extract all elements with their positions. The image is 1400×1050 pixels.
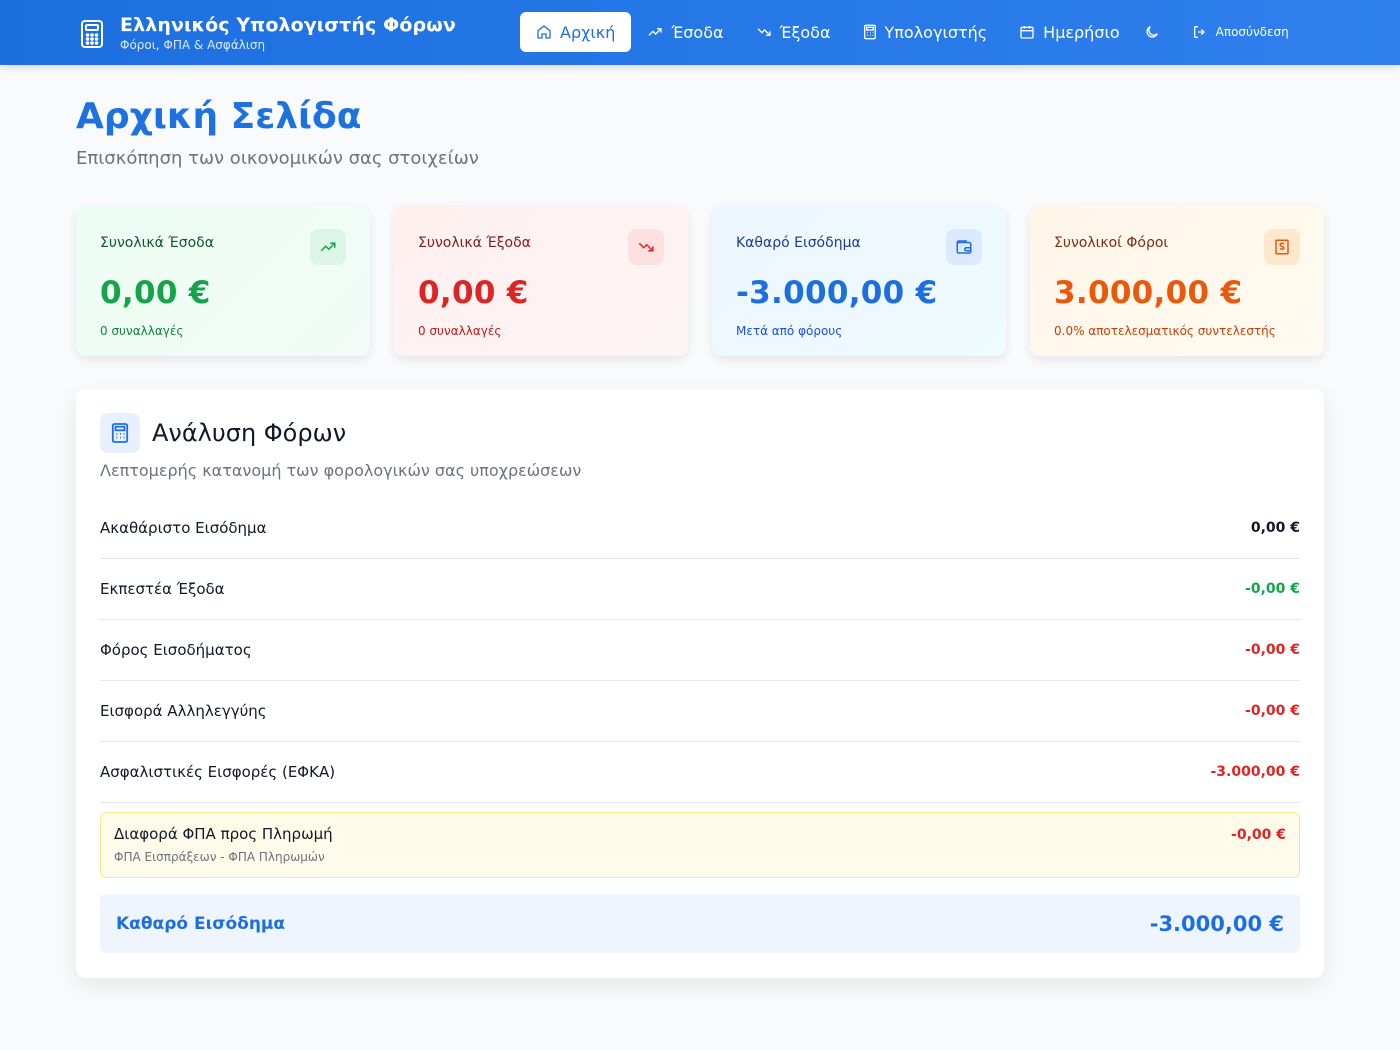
brand[interactable]: Ελληνικός Υπολογιστής Φόρων Φόροι, ΦΠΑ &… — [78, 14, 456, 53]
calculator-icon — [78, 17, 106, 51]
card-value: 0,00 € — [100, 275, 211, 311]
net-income-label: Καθαρό Εισόδημα — [116, 913, 286, 934]
card-total-taxes: Συνολικοί Φόροι 3.000,00 € 0.0% αποτελεσ… — [1030, 205, 1324, 356]
card-value: 3.000,00 € — [1054, 275, 1243, 311]
home-icon — [537, 25, 551, 39]
card-note: 0 συναλλαγές — [100, 324, 184, 338]
nav-daily-label: Ημερήσιο — [1043, 22, 1120, 42]
tax-breakdown-panel: Ανάλυση Φόρων Λεπτομερής κατανομή των φο… — [76, 389, 1324, 978]
nav-home-label: Αρχική — [560, 22, 616, 42]
tax-row-insurance: Ασφαλιστικές Εισφορές (ΕΦΚΑ) -3.000,00 € — [100, 742, 1300, 803]
nav-calculator[interactable]: Υπολογιστής — [847, 12, 1004, 52]
nav-daily[interactable]: Ημερήσιο — [1003, 12, 1136, 52]
nav-home[interactable]: Αρχική — [520, 12, 632, 52]
wallet-icon — [946, 229, 982, 265]
tax-row-income-tax: Φόρος Εισοδήματος -0,00 € — [100, 620, 1300, 681]
app-header: Ελληνικός Υπολογιστής Φόρων Φόροι, ΦΠΑ &… — [0, 0, 1400, 65]
app-subtitle: Φόροι, ΦΠΑ & Ασφάλιση — [120, 38, 266, 52]
vat-label: Διαφορά ΦΠΑ προς Πληρωμή — [114, 825, 333, 843]
theme-toggle-button[interactable] — [1136, 12, 1176, 52]
nav-expenses-label: Έξοδα — [779, 22, 831, 42]
card-note: Μετά από φόρους — [736, 324, 843, 338]
nav-income-label: Έσοδα — [671, 22, 724, 42]
tax-row-gross-income: Ακαθάριστο Εισόδημα 0,00 € — [100, 498, 1300, 559]
card-note: 0 συναλλαγές — [418, 324, 502, 338]
row-value: -0,00 € — [1245, 581, 1300, 597]
logout-button[interactable]: Αποσύνδεση — [1176, 12, 1305, 52]
main-nav: Αρχική Έσοδα Έξοδα Υπολογιστής Ημερήσιο … — [520, 12, 1305, 52]
trending-up-icon — [310, 229, 346, 265]
tax-row-deductible-expenses: Εκπεστέα Έξοδα -0,00 € — [100, 559, 1300, 620]
calculator-icon — [863, 24, 876, 40]
dollar-receipt-icon — [1264, 229, 1300, 265]
moon-icon — [1146, 26, 1158, 38]
panel-title: Ανάλυση Φόρων — [152, 419, 347, 447]
card-total-expenses: Συνολικά Έξοδα 0,00 € 0 συναλλαγές — [394, 205, 688, 356]
calendar-icon — [1020, 26, 1034, 39]
net-income-value: -3.000,00 € — [1149, 911, 1284, 936]
tax-row-solidarity: Εισφορά Αλληλεγγύης -0,00 € — [100, 681, 1300, 742]
card-value: 0,00 € — [418, 275, 529, 311]
row-label: Φόρος Εισοδήματος — [100, 641, 252, 659]
vat-difference-box: Διαφορά ΦΠΑ προς Πληρωμή ΦΠΑ Εισπράξεων … — [100, 812, 1300, 878]
nav-calculator-label: Υπολογιστής — [884, 22, 988, 42]
row-value: -0,00 € — [1245, 642, 1300, 658]
row-label: Εκπεστέα Έξοδα — [100, 580, 225, 598]
card-total-income: Συνολικά Έσοδα 0,00 € 0 συναλλαγές — [76, 205, 370, 356]
stat-cards: Συνολικά Έσοδα 0,00 € 0 συναλλαγές Συνολ… — [76, 205, 1324, 356]
vat-subtitle: ΦΠΑ Εισπράξεων - ΦΠΑ Πληρωμών — [114, 850, 325, 864]
row-value: -3.000,00 € — [1210, 764, 1300, 780]
net-income-box: Καθαρό Εισόδημα -3.000,00 € — [100, 894, 1300, 953]
logout-icon — [1193, 26, 1205, 38]
row-label: Ακαθάριστο Εισόδημα — [100, 519, 267, 537]
trending-down-icon — [757, 28, 771, 36]
panel-subtitle: Λεπτομερής κατανομή των φορολογικών σας … — [100, 461, 582, 480]
card-net-income: Καθαρό Εισόδημα -3.000,00 € Μετά από φόρ… — [712, 205, 1006, 356]
page-title: Αρχική Σελίδα — [76, 96, 362, 137]
row-label: Εισφορά Αλληλεγγύης — [100, 702, 267, 720]
trending-down-icon — [628, 229, 664, 265]
trending-up-icon — [648, 28, 662, 36]
row-value: -0,00 € — [1245, 703, 1300, 719]
calculator-icon — [100, 413, 140, 453]
tax-rows: Ακαθάριστο Εισόδημα 0,00 € Εκπεστέα Έξοδ… — [100, 498, 1300, 803]
page-subtitle: Επισκόπηση των οικονομικών σας στοιχείων — [76, 148, 479, 169]
card-value: -3.000,00 € — [736, 275, 938, 311]
nav-income[interactable]: Έσοδα — [631, 12, 739, 52]
app-title: Ελληνικός Υπολογιστής Φόρων — [120, 14, 456, 36]
nav-expenses[interactable]: Έξοδα — [740, 12, 847, 52]
vat-value: -0,00 € — [1231, 827, 1286, 843]
row-value: 0,00 € — [1250, 520, 1300, 536]
logout-label: Αποσύνδεση — [1215, 25, 1289, 39]
card-note: 0.0% αποτελεσματικός συντελεστής — [1054, 324, 1276, 338]
row-label: Ασφαλιστικές Εισφορές (ΕΦΚΑ) — [100, 763, 336, 781]
